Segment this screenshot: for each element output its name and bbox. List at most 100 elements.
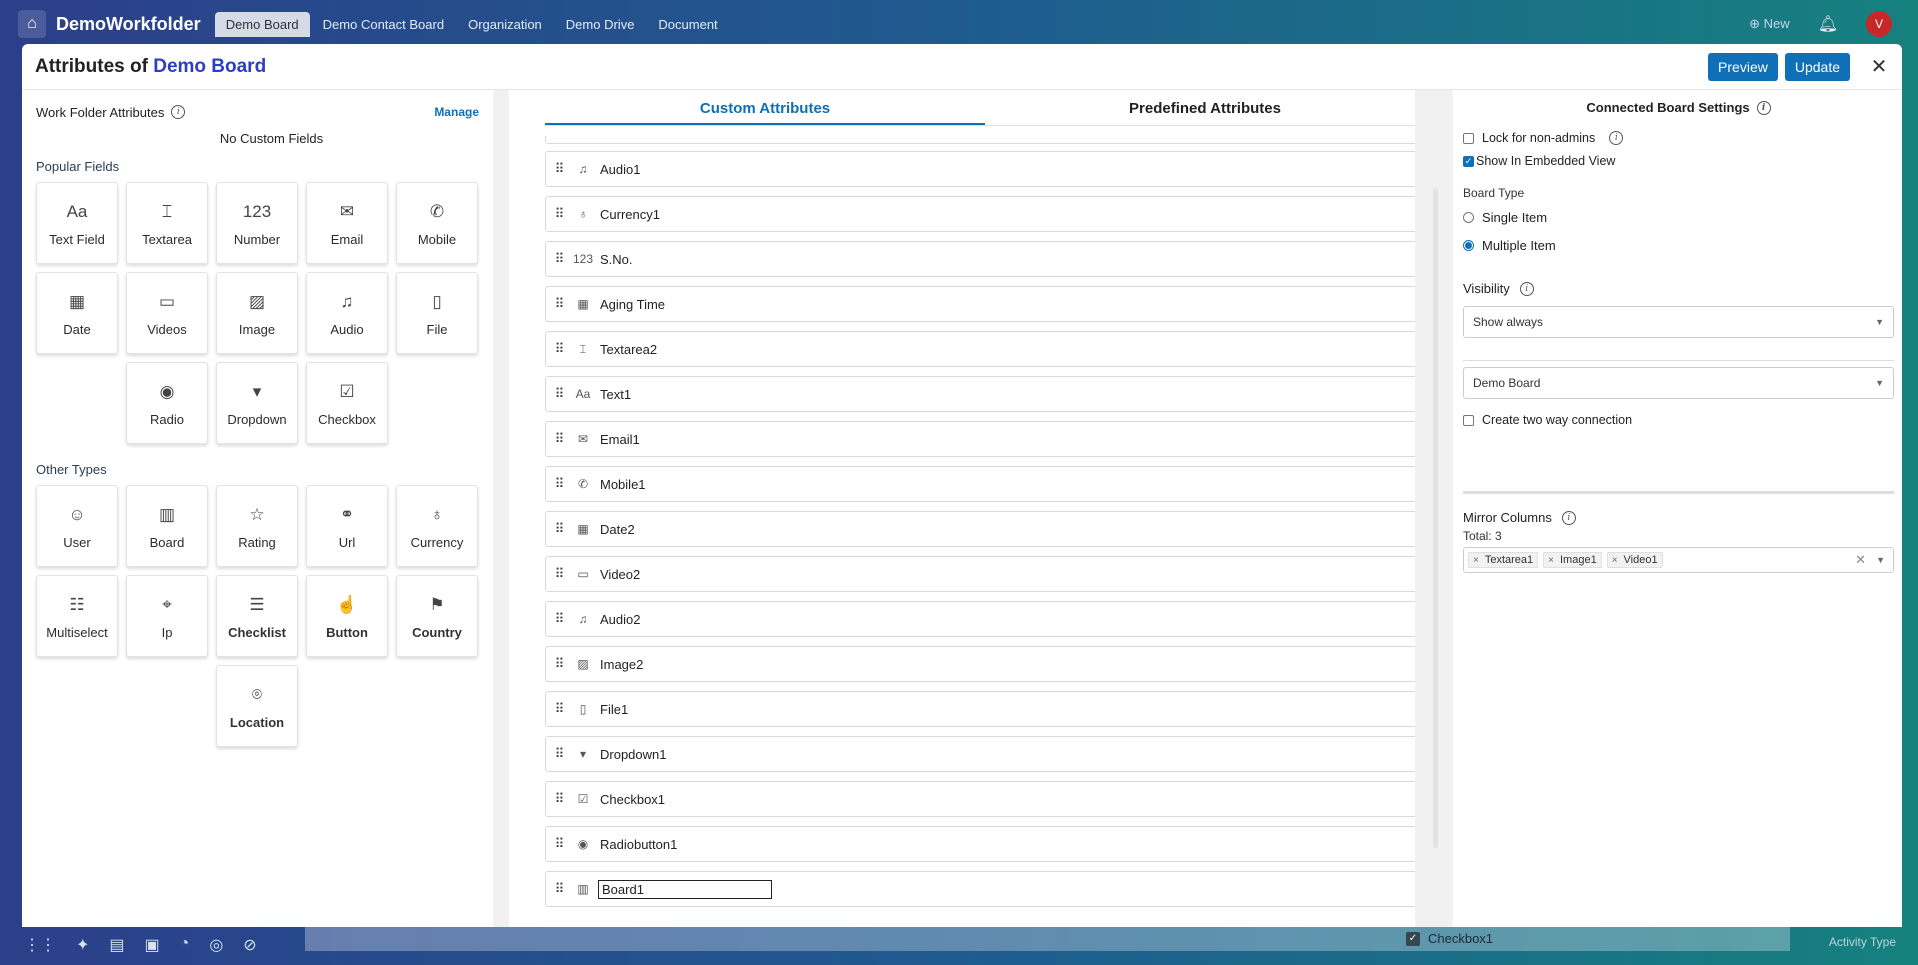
home-icon[interactable]: ⌂ [18, 10, 46, 38]
info-icon[interactable]: i [1609, 131, 1624, 145]
field-tile-file[interactable]: ▯ File [396, 272, 478, 354]
attribute-name-input[interactable]: Board1 [598, 879, 772, 899]
list-item[interactable]: ⠿ 123 S.No. [545, 241, 1417, 277]
field-tile-multiselect[interactable]: ☷ Multiselect [36, 575, 118, 657]
embedded-checkbox[interactable]: ✓ [1463, 155, 1474, 167]
mirror-columns-select[interactable]: × Textarea1 × Image1 × Video1 ✕ ▼ [1463, 547, 1894, 573]
drag-handle-icon[interactable]: ⠿ [546, 881, 572, 897]
new-button[interactable]: ⊕ New [1749, 16, 1790, 32]
clear-icon[interactable]: ✕ [1855, 552, 1866, 568]
preview-button[interactable]: Preview [1708, 52, 1778, 81]
list-item[interactable]: ⠿ ▦ Aging Time [545, 286, 1417, 322]
chevron-down-icon[interactable]: ▼ [1876, 555, 1885, 565]
remove-tag-icon[interactable]: × [1548, 555, 1554, 566]
field-tile-location[interactable]: ⌾ Location [216, 665, 298, 747]
sparkle-icon[interactable]: ✦ [76, 935, 89, 955]
field-tile-radio[interactable]: ◉ Radio [126, 362, 208, 444]
drag-handle-icon[interactable]: ⠿ [546, 701, 572, 717]
drag-handle-icon[interactable]: ⠿ [546, 251, 572, 267]
field-tile-rating[interactable]: ☆ Rating [216, 485, 298, 567]
list-item[interactable]: ⠿ ♫ Audio2 [545, 601, 1417, 637]
drag-handle-icon[interactable]: ⠿ [546, 161, 572, 177]
field-tile-videos[interactable]: ▭ Videos [126, 272, 208, 354]
field-tile-date[interactable]: ▦ Date [36, 272, 118, 354]
board-select[interactable]: Demo Board ▼ [1463, 367, 1894, 399]
info-icon[interactable]: i [1519, 281, 1534, 296]
drag-handle-icon[interactable]: ⠿ [546, 791, 572, 807]
tab-demo-board[interactable]: Demo Board [214, 11, 310, 37]
drag-handle-icon[interactable]: ⠿ [546, 656, 572, 672]
list-item[interactable]: ⠿ ⌶ Textarea2 [545, 331, 1417, 367]
list-item[interactable]: ⠿ ♫ Audio1 [545, 151, 1417, 187]
apps-grid-icon[interactable]: ⋮⋮ [24, 935, 56, 955]
update-button[interactable]: Update [1784, 52, 1850, 81]
document-icon[interactable]: ▤ [109, 935, 124, 955]
field-tile-checklist[interactable]: ☰ Checklist [216, 575, 298, 657]
field-tile-currency[interactable]: ♁ Currency [396, 485, 478, 567]
list-item[interactable]: ⠿ ☑ Checkbox1 [545, 781, 1417, 817]
tab-predefined-attributes[interactable]: Predefined Attributes [985, 90, 1425, 125]
drag-handle-icon[interactable]: ⠿ [546, 836, 572, 852]
list-scrollbar[interactable] [1433, 188, 1438, 848]
multiple-item-radio[interactable] [1463, 240, 1474, 251]
drag-handle-icon[interactable]: ⠿ [546, 611, 572, 627]
pin-off-icon[interactable]: ⊘ [243, 935, 256, 955]
field-tile-number[interactable]: 123 Number [216, 182, 298, 264]
field-tile-user[interactable]: ☺ User [36, 485, 118, 567]
field-tile-audio[interactable]: ♫ Audio [306, 272, 388, 354]
info-icon[interactable]: i [1561, 510, 1576, 525]
field-tile-checkbox[interactable]: ☑ Checkbox [306, 362, 388, 444]
avatar[interactable]: V [1866, 11, 1892, 37]
drag-handle-icon[interactable]: ⠿ [546, 296, 572, 312]
close-icon[interactable]: ✕ [1869, 54, 1889, 79]
list-item[interactable]: ⠿ ▦ Date2 [545, 511, 1417, 547]
drag-handle-icon[interactable]: ⠿ [546, 746, 572, 762]
card-icon[interactable]: ▣ [145, 935, 160, 955]
field-tile-button[interactable]: ☝ Button [306, 575, 388, 657]
visibility-select[interactable]: Show always ▼ [1463, 306, 1894, 338]
drag-handle-icon[interactable]: ⠿ [546, 476, 572, 492]
lock-checkbox[interactable] [1463, 132, 1474, 144]
single-item-radio[interactable] [1463, 212, 1474, 223]
list-item[interactable]: ⠿ ✉ Email1 [545, 421, 1417, 457]
two-way-checkbox[interactable] [1463, 414, 1474, 426]
field-tile-email[interactable]: ✉ Email [306, 182, 388, 264]
list-item[interactable]: ⠿ ✆ Mobile1 [545, 466, 1417, 502]
info-icon[interactable]: i [1756, 100, 1771, 115]
gauge-icon[interactable]: ◔ [180, 935, 190, 955]
list-item[interactable]: ⠿ ♁ Currency1 [545, 196, 1417, 232]
field-tile-url[interactable]: ⚭ Url [306, 485, 388, 567]
drag-handle-icon[interactable]: ⠿ [546, 566, 572, 582]
list-item[interactable]: ⠿ ▭ Video2 [545, 556, 1417, 592]
field-tile-text-field[interactable]: Aa Text Field [36, 182, 118, 264]
list-item[interactable]: ⠿ ▨ Image2 [545, 646, 1417, 682]
manage-link[interactable]: Manage [434, 105, 479, 119]
tab-demo-drive[interactable]: Demo Drive [555, 12, 646, 37]
tab-document[interactable]: Document [647, 12, 728, 37]
list-item[interactable]: ⠿ ▥ Board1 [545, 871, 1417, 907]
target-icon[interactable]: ◎ [209, 935, 223, 955]
field-tile-country[interactable]: ⚑ Country [396, 575, 478, 657]
field-tile-image[interactable]: ▨ Image [216, 272, 298, 354]
tab-organization[interactable]: Organization [457, 12, 553, 37]
field-tile-board[interactable]: ▥ Board [126, 485, 208, 567]
list-item[interactable]: ⠿ ▾ Dropdown1 [545, 736, 1417, 772]
bell-icon[interactable]: 🔔︎ [1818, 14, 1838, 34]
field-tile-textarea[interactable]: ⌶ Textarea [126, 182, 208, 264]
list-item[interactable]: ⠿ ▯ File1 [545, 691, 1417, 727]
drag-handle-icon[interactable]: ⠿ [546, 206, 572, 222]
list-item[interactable]: ⠿ ◉ Radiobutton1 [545, 826, 1417, 862]
field-tile-dropdown[interactable]: ▾ Dropdown [216, 362, 298, 444]
field-tile-mobile[interactable]: ✆ Mobile [396, 182, 478, 264]
drag-handle-icon[interactable]: ⠿ [546, 386, 572, 402]
drag-handle-icon[interactable]: ⠿ [546, 431, 572, 447]
field-tile-ip[interactable]: ⌖ Ip [126, 575, 208, 657]
tab-demo-contact-board[interactable]: Demo Contact Board [312, 12, 455, 37]
remove-tag-icon[interactable]: × [1473, 555, 1479, 566]
info-icon[interactable]: i [171, 105, 186, 119]
remove-tag-icon[interactable]: × [1612, 555, 1618, 566]
tab-custom-attributes[interactable]: Custom Attributes [545, 90, 985, 125]
drag-handle-icon[interactable]: ⠿ [546, 521, 572, 537]
list-item[interactable]: ⠿ Aa Text1 [545, 376, 1417, 412]
drag-handle-icon[interactable]: ⠿ [546, 341, 572, 357]
